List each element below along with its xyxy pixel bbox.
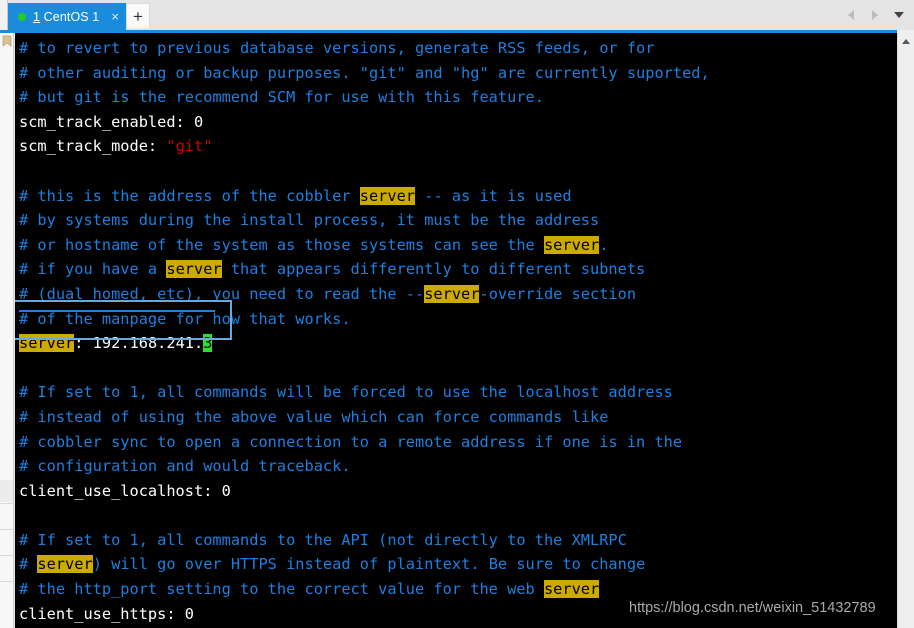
terminal-window: 1 CentOS 1 × + # to revert to previous d… (0, 0, 914, 628)
tab-index-label: 1 (33, 9, 41, 24)
tab-label: 1 CentOS 1 (33, 10, 99, 24)
search-match-highlight: server (166, 260, 222, 279)
comment-text: # to revert to previous database version… (19, 39, 655, 57)
comment-text: # but git is the recommend SCM for use w… (19, 88, 544, 107)
comment-text: # (19, 555, 38, 574)
comment-text: # if you have a (19, 260, 167, 279)
tab-bar-nav (844, 0, 910, 30)
comment-text: # (dual homed, etc), you need to read th… (19, 284, 425, 303)
comment-text: # configuration and would traceback. (19, 457, 351, 476)
config-text: scm_track_enabled: 0 (19, 112, 204, 131)
terminal-line: # If set to 1, all commands will be forc… (19, 380, 897, 405)
terminal-screen[interactable]: # to revert to previous database version… (15, 33, 897, 628)
editor-left-gutter[interactable] (0, 33, 14, 628)
text-cursor: 3 (203, 334, 213, 353)
terminal-line: # cobbler sync to open a connection to a… (19, 430, 897, 455)
gutter-rule (0, 581, 13, 582)
comment-text: -- as it is used (415, 186, 572, 205)
terminal-line: scm_track_mode: "git" (19, 134, 897, 159)
terminal-line: scm_track_enabled: 0 (19, 110, 897, 135)
search-match-highlight: server (19, 334, 75, 353)
new-tab-button[interactable]: + (126, 3, 150, 28)
gutter-band (0, 480, 13, 502)
vertical-scrollbar[interactable] (897, 33, 914, 628)
terminal-line: # If set to 1, all commands to the API (… (19, 528, 897, 553)
search-match-highlight: server (543, 235, 600, 254)
terminal-line: # if you have a server that appears diff… (19, 257, 897, 282)
config-text: : 192.168.241. (74, 334, 204, 353)
triangle-right-icon[interactable] (868, 8, 882, 22)
comment-text: # instead of using the above value which… (19, 407, 609, 426)
terminal-text-area: # to revert to previous database version… (19, 36, 897, 628)
terminal-line: server: 192.168.241.3 (19, 331, 897, 356)
tab-bar-left-edge (0, 0, 8, 30)
comment-text: -override section (479, 284, 637, 303)
comment-text: # If set to 1, all commands to the API (… (19, 530, 627, 549)
search-match-highlight: server (37, 555, 93, 574)
comment-text: # or hostname of the system as those sys… (19, 235, 544, 254)
terminal-line: # instead of using the above value which… (19, 405, 897, 430)
tab-centos-1[interactable]: 1 CentOS 1 × (8, 3, 126, 30)
close-icon[interactable]: × (111, 10, 119, 23)
comment-text: # this is the address of the cobbler (19, 186, 360, 205)
tab-status-dot (18, 12, 26, 21)
terminal-line: # (dual homed, etc), you need to read th… (19, 282, 897, 307)
bookmark-icon (2, 35, 12, 47)
terminal-line: # or hostname of the system as those sys… (19, 233, 897, 258)
comment-text: # other auditing or backup purposes. "gi… (19, 63, 710, 82)
watermark-text: https://blog.csdn.net/weixin_51432789 (629, 600, 876, 616)
comment-text: ) will go over HTTPS instead of plaintex… (92, 555, 646, 574)
terminal-line: # other auditing or backup purposes. "gi… (19, 61, 897, 86)
terminal-line: client_use_localhost: 0 (19, 479, 897, 504)
comment-text: . (599, 235, 609, 254)
config-text: client_use_https: 0 (19, 604, 194, 623)
gutter-rule (0, 555, 13, 556)
terminal-line: # the http_port setting to the correct v… (19, 577, 897, 602)
terminal-line: # of the manpage for how that works. (19, 307, 897, 332)
config-text: client_use_localhost: 0 (19, 481, 231, 500)
terminal-line: # but git is the recommend SCM for use w… (19, 85, 897, 110)
tab-title: CentOS 1 (43, 9, 100, 24)
tab-bar: 1 CentOS 1 × + (0, 0, 914, 30)
comment-text: that appears differently to different su… (221, 260, 646, 279)
chevron-down-icon[interactable] (892, 8, 906, 22)
triangle-left-icon[interactable] (844, 8, 858, 22)
search-match-highlight: server (424, 284, 480, 303)
comment-text: # of the manpage for how that works. (19, 309, 351, 328)
config-text: scm_track_mode: (19, 137, 167, 156)
terminal-line: # to revert to previous database version… (19, 36, 897, 61)
string-literal: "git" (166, 137, 213, 156)
comment-text: # by systems during the install process,… (19, 211, 600, 230)
scrollbar-thumb[interactable] (899, 50, 914, 170)
terminal-line: # by systems during the install process,… (19, 208, 897, 233)
gutter-rule (0, 529, 13, 530)
terminal-line: # this is the address of the cobbler ser… (19, 184, 897, 209)
comment-text: # the http_port setting to the correct v… (19, 580, 544, 599)
comment-text: # If set to 1, all commands will be forc… (19, 383, 673, 402)
comment-text: # cobbler sync to open a connection to a… (19, 432, 683, 451)
terminal-line: # configuration and would traceback. (19, 454, 897, 479)
chevron-up-icon[interactable] (898, 33, 914, 49)
gutter-rule (0, 503, 13, 504)
search-match-highlight: server (359, 186, 416, 205)
search-match-highlight: server (543, 580, 600, 599)
terminal-line: # server) will go over HTTPS instead of … (19, 552, 897, 577)
